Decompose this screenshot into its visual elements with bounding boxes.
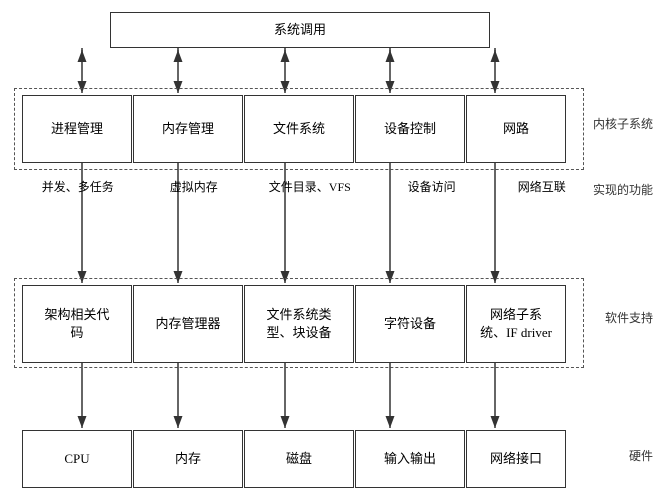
netif-label: 网络接口 bbox=[490, 450, 542, 468]
fs-label: 文件系统 bbox=[273, 120, 325, 138]
syscall-box: 系统调用 bbox=[110, 12, 490, 48]
arch-code-label: 架构相关代 码 bbox=[44, 306, 109, 342]
mem-mgr-box: 内存管理器 bbox=[133, 285, 243, 363]
char-dev-box: 字符设备 bbox=[355, 285, 465, 363]
memory-box: 内存 bbox=[133, 430, 243, 488]
software-label: 软件支持 bbox=[605, 310, 653, 327]
net-subsys-box: 网络子系 统、IF driver bbox=[466, 285, 566, 363]
func-concurrent: 并发、多任务 bbox=[14, 178, 142, 195]
network-box: 网路 bbox=[466, 95, 566, 163]
mem-mgmt-box: 内存管理 bbox=[133, 95, 243, 163]
func-vmem: 虚拟内存 bbox=[142, 178, 246, 195]
func-filedir: 文件目录、VFS bbox=[246, 178, 374, 195]
hardware-label: 硬件 bbox=[629, 448, 653, 465]
func-devaccess: 设备访问 bbox=[374, 178, 490, 195]
net-subsys-label: 网络子系 统、IF driver bbox=[480, 306, 552, 342]
kernel-region-label: 内核子系统 bbox=[593, 116, 653, 133]
dev-ctrl-label: 设备控制 bbox=[384, 120, 436, 138]
diagram: 系统调用 内核子系统 进程管理 内存管理 文件系统 设备控制 网路 并发、多任务… bbox=[0, 0, 657, 500]
syscall-label: 系统调用 bbox=[274, 21, 326, 39]
cpu-box: CPU bbox=[22, 430, 132, 488]
disk-label: 磁盘 bbox=[286, 450, 312, 468]
arrows-layer bbox=[0, 0, 657, 500]
mem-mgr-label: 内存管理器 bbox=[155, 315, 220, 333]
disk-box: 磁盘 bbox=[244, 430, 354, 488]
io-label: 输入输出 bbox=[384, 450, 436, 468]
io-box: 输入输出 bbox=[355, 430, 465, 488]
arch-code-box: 架构相关代 码 bbox=[22, 285, 132, 363]
func-netconn: 网络互联 bbox=[490, 178, 594, 195]
memory-label: 内存 bbox=[175, 450, 201, 468]
proc-mgmt-label: 进程管理 bbox=[51, 120, 103, 138]
netif-box: 网络接口 bbox=[466, 430, 566, 488]
proc-mgmt-box: 进程管理 bbox=[22, 95, 132, 163]
mem-mgmt-label: 内存管理 bbox=[162, 120, 214, 138]
fs-box: 文件系统 bbox=[244, 95, 354, 163]
dev-ctrl-box: 设备控制 bbox=[355, 95, 465, 163]
realized-label: 实现的功能 bbox=[593, 182, 653, 199]
char-dev-label: 字符设备 bbox=[384, 315, 436, 333]
cpu-label: CPU bbox=[64, 450, 89, 468]
fs-types-label: 文件系统类 型、块设备 bbox=[266, 306, 331, 342]
func-labels-row: 并发、多任务 虚拟内存 文件目录、VFS 设备访问 网络互联 bbox=[14, 178, 594, 195]
fs-types-box: 文件系统类 型、块设备 bbox=[244, 285, 354, 363]
network-label: 网路 bbox=[503, 120, 529, 138]
